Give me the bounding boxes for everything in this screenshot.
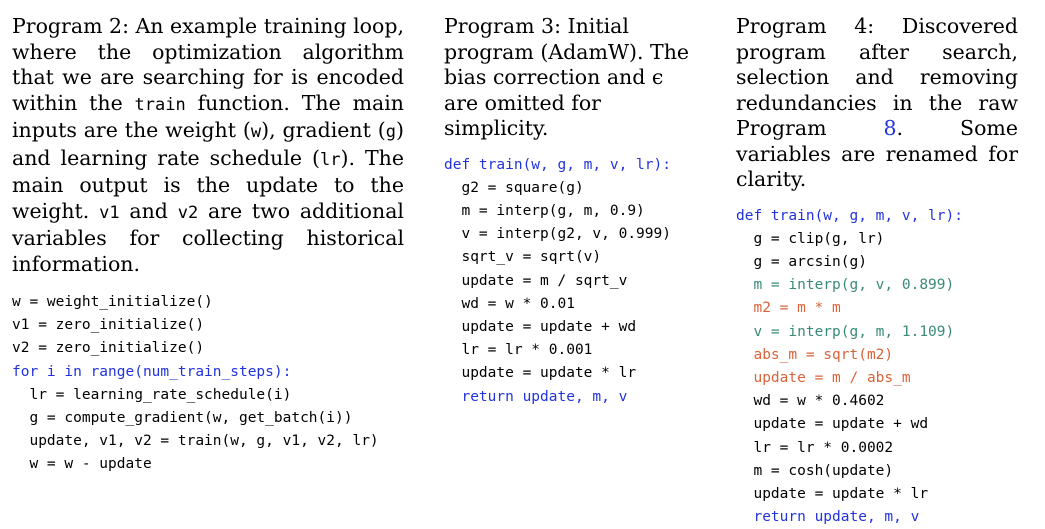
program-4-caption: Program 4: Discovered program after sear… (736, 14, 1018, 193)
code-line-highlighted: m2 = m * m (736, 297, 1018, 320)
program-2-label: Program 2: (12, 14, 129, 38)
code-line: def train(w, g, m, v, lr): (736, 205, 1018, 228)
code-line: lr = learning_rate_schedule(i) (12, 384, 404, 407)
code-line: v1 = zero_initialize() (12, 314, 404, 337)
code-line: g = arcsin(g) (736, 251, 1018, 274)
code-line: return update, m, v (736, 506, 1018, 529)
code-line: wd = w * 0.01 (444, 293, 696, 316)
code-line: return update, m, v (444, 386, 696, 409)
code-line: update = update * lr (736, 483, 1018, 506)
code-line: lr = lr * 0.0002 (736, 437, 1018, 460)
program-4-code: def train(w, g, m, v, lr): g = clip(g, l… (736, 205, 1018, 529)
code-line: m = interp(g, m, 0.9) (444, 200, 696, 223)
code-line: update = m / sqrt_v (444, 270, 696, 293)
program-8-reference-link[interactable]: 8 (884, 116, 897, 140)
program-3-label: Program 3: (444, 14, 561, 38)
program-4-column: Program 4: Discovered program after sear… (736, 14, 1018, 529)
program-3-column: Program 3: Initial program (AdamW). The … (444, 14, 696, 409)
program-3-caption: Program 3: Initial program (AdamW). The … (444, 14, 696, 142)
program-2-code: w = weight_initialize()v1 = zero_initial… (12, 291, 404, 477)
code-line: update = update + wd (736, 413, 1018, 436)
code-line: v = interp(g2, v, 0.999) (444, 223, 696, 246)
program-3-code: def train(w, g, m, v, lr): g2 = square(g… (444, 154, 696, 409)
code-line: lr = lr * 0.001 (444, 339, 696, 362)
code-line: w = w - update (12, 453, 404, 476)
code-line: update = update * lr (444, 362, 696, 385)
code-line: g = compute_gradient(w, get_batch(i)) (12, 407, 404, 430)
code-line: v2 = zero_initialize() (12, 337, 404, 360)
code-line-highlighted: update = m / abs_m (736, 367, 1018, 390)
code-line: m = cosh(update) (736, 460, 1018, 483)
code-line: wd = w * 0.4602 (736, 390, 1018, 413)
code-line: g2 = square(g) (444, 177, 696, 200)
code-line-highlighted: abs_m = sqrt(m2) (736, 344, 1018, 367)
code-line: for i in range(num_train_steps): (12, 361, 404, 384)
program-2-caption: Program 2: An example training loop, whe… (12, 14, 404, 277)
code-line-highlighted: v = interp(g, m, 1.109) (736, 321, 1018, 344)
code-line: update, v1, v2 = train(w, g, v1, v2, lr) (12, 430, 404, 453)
code-line: g = clip(g, lr) (736, 228, 1018, 251)
program-2-column: Program 2: An example training loop, whe… (12, 14, 404, 477)
program-4-label: Program 4: (736, 14, 874, 38)
code-line: w = weight_initialize() (12, 291, 404, 314)
code-line: sqrt_v = sqrt(v) (444, 246, 696, 269)
code-line: update = update + wd (444, 316, 696, 339)
code-line: def train(w, g, m, v, lr): (444, 154, 696, 177)
code-line-highlighted: m = interp(g, v, 0.899) (736, 274, 1018, 297)
